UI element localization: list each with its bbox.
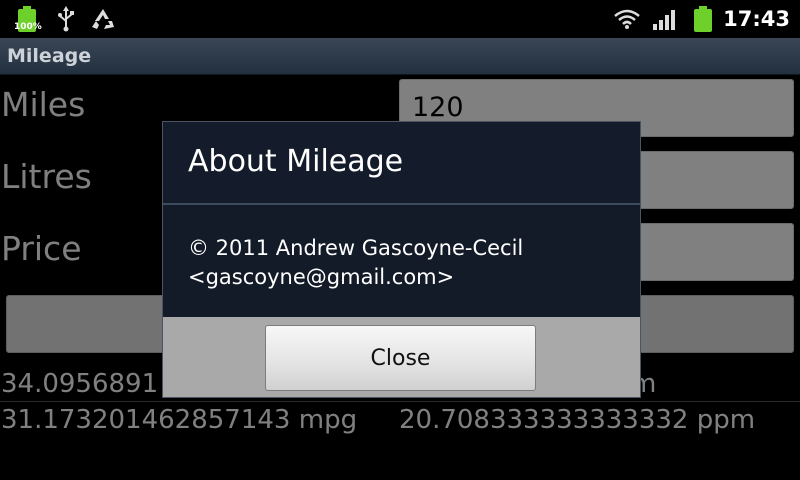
result-ppm: 20.708333333333332 ppm <box>399 405 756 435</box>
dialog-header: About Mileage <box>163 122 640 203</box>
title-bar: Mileage <box>0 38 800 75</box>
email-line: <gascoyne@gmail.com> <box>188 265 455 289</box>
recycle-icon <box>88 0 118 38</box>
status-time: 17:43 <box>723 7 790 31</box>
battery-icon <box>690 0 716 38</box>
app-title: Mileage <box>7 45 92 67</box>
battery-percent-label: 100% <box>14 22 42 32</box>
battery-full-icon <box>14 0 40 38</box>
status-bar: 100% 17:43 <box>0 0 800 38</box>
price-label: Price <box>1 229 82 268</box>
dialog-footer: Close <box>163 317 640 397</box>
signal-icon <box>650 0 680 38</box>
miles-label: Miles <box>1 85 86 124</box>
litres-label: Litres <box>1 157 92 196</box>
dialog-divider <box>163 203 640 205</box>
dialog-title: About Mileage <box>188 144 404 179</box>
copyright-line: © 2011 Andrew Gascoyne-Cecil <box>188 236 524 260</box>
usb-icon <box>54 0 78 38</box>
result-divider <box>0 401 800 402</box>
close-button[interactable]: Close <box>265 325 536 391</box>
dialog-message: © 2011 Andrew Gascoyne-Cecil <gascoyne@g… <box>188 234 523 292</box>
miles-value: 120 <box>412 92 464 123</box>
wifi-icon <box>612 0 642 38</box>
about-dialog: About Mileage © 2011 Andrew Gascoyne-Cec… <box>162 121 641 398</box>
result-mpg: 31.173201462857143 mpg <box>1 405 358 435</box>
